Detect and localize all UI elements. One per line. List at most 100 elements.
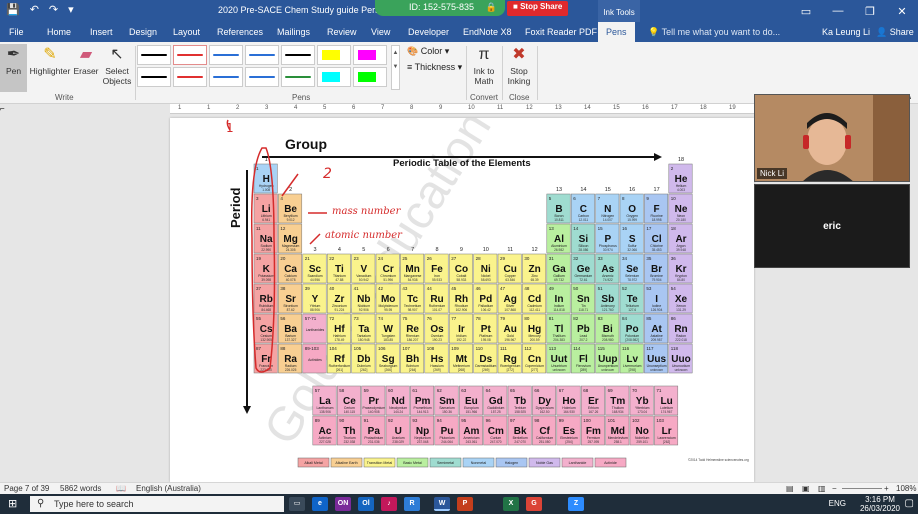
zoom-level[interactable]: 108% xyxy=(896,484,916,493)
ruler-mark: 6 xyxy=(352,105,356,111)
tab-design[interactable]: Design xyxy=(129,27,157,37)
music-icon[interactable]: ♪ xyxy=(381,497,397,511)
pen-swatch[interactable] xyxy=(245,45,279,65)
eraser-button[interactable]: ▰ Eraser xyxy=(72,44,100,76)
task-view-icon[interactable]: ▭ xyxy=(289,497,305,511)
atomic-mass: 84.80 xyxy=(677,278,685,282)
atomic-number: 78 xyxy=(476,316,482,321)
atomic-number: 19 xyxy=(256,256,262,261)
zoom-in-button[interactable]: + xyxy=(884,484,889,493)
tab-home[interactable]: Home xyxy=(47,27,71,37)
pen-gallery-more-button[interactable]: ▲ ▼ xyxy=(391,45,400,90)
chrome-icon[interactable]: G xyxy=(526,497,542,511)
tell-me-search[interactable]: 💡 Tell me what you want to do... xyxy=(648,27,780,38)
pen-swatch[interactable] xyxy=(281,45,315,65)
word-icon[interactable]: W xyxy=(434,497,450,511)
atomic-number: 99 xyxy=(559,418,565,423)
tab-view[interactable]: View xyxy=(371,27,390,37)
atomic-mass: 9.012 xyxy=(287,218,295,222)
pen-swatch[interactable] xyxy=(353,45,387,65)
r-app-icon[interactable]: R xyxy=(404,497,420,511)
taskbar-search-box[interactable]: ⚲ Type here to search xyxy=(30,496,284,512)
onenote-icon[interactable]: ON xyxy=(335,497,351,511)
stop-inking-button[interactable]: ✖ Stop Inking xyxy=(505,44,533,86)
pen-swatch[interactable] xyxy=(209,67,243,87)
zoom-app-icon[interactable]: Z xyxy=(568,497,584,511)
document-page[interactable]: Golden Education Group Period Periodic Tabl… xyxy=(170,118,754,482)
atomic-number: 110 xyxy=(476,346,484,351)
legend-label: Alkaline Earth xyxy=(335,461,357,465)
tab-pens[interactable]: Pens xyxy=(598,22,635,42)
undo-icon[interactable]: ↶ xyxy=(30,3,39,16)
page-count[interactable]: Page 7 of 39 xyxy=(4,484,49,493)
atomic-number: 15 xyxy=(598,226,604,231)
periodic-table-figure: Golden EducationGroupPeriodPeriodic Tabl… xyxy=(226,118,749,468)
input-language[interactable]: ENG xyxy=(829,499,846,508)
pen-tool-button[interactable]: ✒ Pen xyxy=(0,44,27,92)
pen-swatch[interactable] xyxy=(353,67,387,87)
ink-label-one: 1 xyxy=(226,121,234,135)
tab-mailings[interactable]: Mailings xyxy=(277,27,310,37)
color-dropdown[interactable]: 🎨 Color ▾ xyxy=(407,46,449,57)
system-clock[interactable]: 3:16 PM 26/03/2020 xyxy=(860,495,900,513)
ruler-tab-selector[interactable]: ⌐ xyxy=(0,104,14,114)
pen-swatch[interactable] xyxy=(209,45,243,65)
tab-developer[interactable]: Developer xyxy=(408,27,449,37)
outlook-icon[interactable]: Ol xyxy=(358,497,374,511)
powerpoint-icon[interactable]: P xyxy=(457,497,473,511)
zoom-slider[interactable] xyxy=(842,488,882,489)
pen-swatch[interactable] xyxy=(173,45,207,65)
proofing-icon[interactable]: 📖 xyxy=(116,484,126,493)
video-tile-nick[interactable]: Nick Li xyxy=(754,94,910,182)
pen-swatch[interactable] xyxy=(137,45,171,65)
pen-swatch[interactable] xyxy=(317,67,351,87)
horizontal-ruler[interactable]: 1 1 2 3 4 5 6 7 8 9 10 11 12 13 14 15 16 17 18 19 xyxy=(170,104,754,114)
minimize-button[interactable]: — xyxy=(822,0,854,22)
windows-start-icon[interactable]: ⊞ xyxy=(8,497,17,510)
highlighter-button[interactable]: ✎ Highlighter xyxy=(29,44,71,76)
language-indicator[interactable]: English (Australia) xyxy=(136,484,201,493)
ink-to-math-button[interactable]: π Ink to Math xyxy=(469,44,499,86)
print-layout-icon[interactable]: ▣ xyxy=(802,484,810,493)
excel-icon[interactable]: X xyxy=(503,497,519,511)
close-button[interactable]: ✕ xyxy=(886,0,918,22)
stop-share-button[interactable]: ■ Stop Share xyxy=(507,1,569,16)
legend-label: Semimetal xyxy=(437,461,454,465)
atomic-mass: 180.948 xyxy=(358,338,370,342)
tab-insert[interactable]: Insert xyxy=(90,27,113,37)
web-layout-icon[interactable]: ▥ xyxy=(818,484,826,493)
pen-swatch[interactable] xyxy=(317,45,351,65)
atomic-number: 47 xyxy=(500,286,506,291)
restore-button[interactable]: ❐ xyxy=(854,0,886,22)
redo-icon[interactable]: ↷ xyxy=(49,3,58,16)
thickness-dropdown[interactable]: ≡ Thickness ▾ xyxy=(407,62,462,73)
zoom-share-bar[interactable]: ID: 152-575-835 🔒 xyxy=(375,0,505,16)
share-button[interactable]: 👤 Share xyxy=(876,27,914,38)
tab-endnote[interactable]: EndNote X8 xyxy=(463,27,512,37)
customize-qat-icon[interactable]: ▾ xyxy=(68,3,74,16)
zoom-out-button[interactable]: − xyxy=(832,484,837,493)
pen-swatch[interactable] xyxy=(281,67,315,87)
select-objects-button[interactable]: ↖ Select Objects xyxy=(101,44,133,86)
tab-foxit[interactable]: Foxit Reader PDF xyxy=(525,27,597,37)
notification-icon[interactable]: ▢ xyxy=(905,498,914,509)
focus-mode-icon[interactable]: ▤ xyxy=(786,484,794,493)
edge-icon[interactable]: e xyxy=(312,497,328,511)
pen-swatch[interactable] xyxy=(137,67,171,87)
word-count[interactable]: 5862 words xyxy=(60,484,101,493)
atomic-number: 18 xyxy=(671,226,677,231)
highlighter-swatch-icon xyxy=(322,50,340,60)
tab-file[interactable]: File xyxy=(9,27,24,37)
video-tile-eric[interactable]: eric xyxy=(754,184,910,268)
pen-swatch[interactable] xyxy=(245,67,279,87)
ink-label-atomic: atomic number xyxy=(325,230,403,241)
ribbon-display-options-icon[interactable]: ▭ xyxy=(790,0,822,22)
tab-review[interactable]: Review xyxy=(327,27,357,37)
atomic-mass: 114.818 xyxy=(553,308,565,312)
tab-layout[interactable]: Layout xyxy=(173,27,200,37)
user-account[interactable]: Ka Leung Li xyxy=(822,27,870,37)
save-icon[interactable]: 💾 xyxy=(6,3,20,16)
eraser-icon: ▰ xyxy=(79,46,93,63)
tab-references[interactable]: References xyxy=(217,27,263,37)
pen-swatch[interactable] xyxy=(173,67,207,87)
